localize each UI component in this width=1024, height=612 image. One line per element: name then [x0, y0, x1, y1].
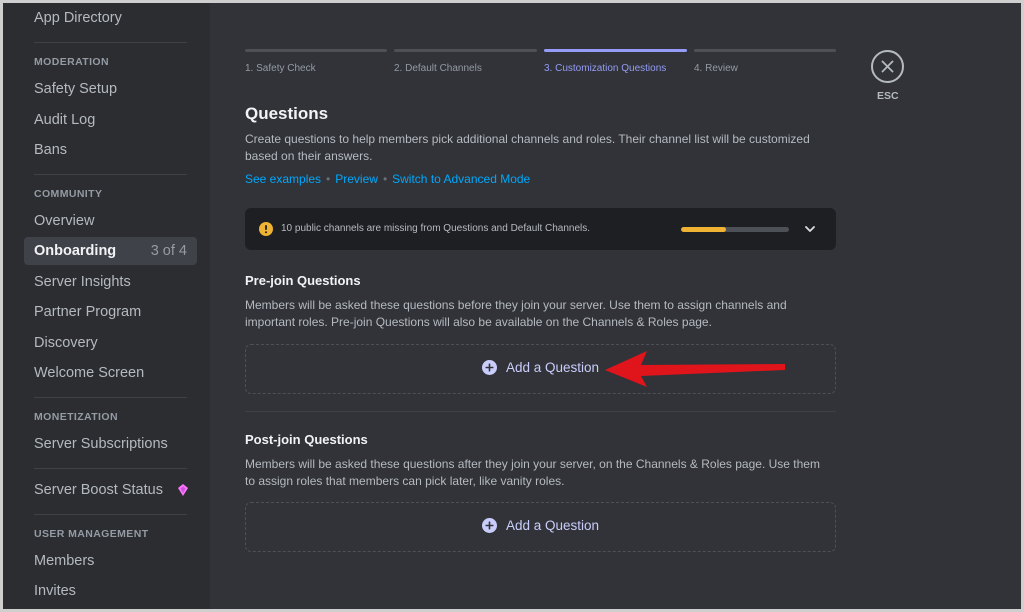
sidebar-item-discovery[interactable]: Discovery — [24, 329, 197, 357]
page-description: Create questions to help members pick ad… — [245, 132, 810, 163]
sidebar-item-audit-log[interactable]: Audit Log — [24, 106, 197, 134]
sidebar-divider — [34, 42, 187, 43]
sidebar-item-label: Overview — [34, 213, 95, 229]
coverage-progress-fill — [681, 227, 727, 232]
section-header-monetization: MONETIZATION — [34, 411, 118, 423]
chevron-down-icon[interactable] — [803, 222, 817, 236]
step-safety-check[interactable]: 1. Safety Check — [245, 63, 316, 74]
add-circle-icon — [482, 360, 497, 375]
coverage-progress-bar — [681, 227, 789, 232]
sidebar-item-server-subscriptions[interactable]: Server Subscriptions — [24, 430, 197, 458]
sidebar-divider — [34, 174, 187, 175]
sidebar-item-app-directory[interactable]: App Directory — [24, 4, 197, 32]
preview-link[interactable]: Preview — [335, 172, 378, 186]
sidebar-item-label: Discovery — [34, 335, 98, 351]
annotation-arrow-icon — [605, 351, 785, 387]
app-frame: App Directory MODERATION Safety Setup Au… — [3, 3, 1021, 609]
page-title: Questions — [245, 104, 329, 123]
link-separator: • — [326, 172, 331, 186]
section-header-community: COMMUNITY — [34, 188, 103, 200]
sidebar-item-label: Invites — [34, 583, 76, 599]
sidebar-item-server-boost-status[interactable]: Server Boost Status — [24, 476, 197, 504]
missing-channels-banner[interactable]: 10 public channels are missing from Ques… — [245, 208, 836, 250]
sidebar-item-label: Server Boost Status — [34, 482, 163, 498]
sidebar-item-server-insights[interactable]: Server Insights — [24, 268, 197, 296]
step-bar-1 — [245, 49, 387, 52]
close-button[interactable] — [871, 50, 904, 83]
sidebar-item-label: Partner Program — [34, 304, 142, 320]
add-post-join-question-button[interactable]: Add a Question — [245, 502, 836, 552]
sidebar-item-onboarding[interactable]: Onboarding 3 of 4 — [24, 237, 197, 265]
sidebar-item-label: Bans — [34, 142, 68, 158]
onboarding-progress-count: 3 of 4 — [150, 243, 187, 259]
sidebar-item-members[interactable]: Members — [24, 547, 197, 575]
sidebar-item-label: Onboarding — [34, 243, 117, 259]
step-bar-4 — [694, 49, 836, 52]
add-circle-icon — [482, 518, 497, 533]
settings-sidebar: App Directory MODERATION Safety Setup Au… — [3, 3, 210, 609]
sidebar-divider — [34, 514, 187, 515]
add-question-content: Add a Question — [482, 360, 599, 375]
sidebar-item-welcome-screen[interactable]: Welcome Screen — [24, 359, 197, 387]
sidebar-item-label: Members — [34, 553, 95, 569]
link-separator: • — [382, 172, 388, 186]
add-question-label: Add a Question — [506, 518, 600, 533]
sidebar-item-label: Welcome Screen — [34, 365, 145, 381]
server-boost-icon — [178, 484, 188, 496]
step-customization-questions[interactable]: 3. Customization Questions — [544, 63, 666, 74]
sidebar-item-label: App Directory — [34, 10, 122, 26]
step-bar-2 — [394, 49, 537, 52]
sidebar-item-bans[interactable]: Bans — [24, 136, 197, 164]
section-divider — [245, 411, 836, 412]
add-question-content: Add a Question — [482, 518, 599, 533]
sidebar-item-label: Server Insights — [34, 274, 131, 290]
step-review[interactable]: 4. Review — [694, 63, 738, 74]
post-join-title: Post-join Questions — [245, 432, 368, 447]
sidebar-divider — [34, 468, 187, 469]
step-default-channels[interactable]: 2. Default Channels — [394, 63, 482, 74]
see-examples-link[interactable]: See examples — [245, 172, 321, 186]
warning-text: 10 public channels are missing from Ques… — [281, 223, 591, 234]
close-icon — [881, 60, 894, 73]
post-join-description: Members will be asked these questions af… — [245, 457, 820, 488]
sidebar-item-invites[interactable]: Invites — [24, 577, 197, 605]
step-bar-3 — [544, 49, 687, 52]
sidebar-item-label: Audit Log — [34, 112, 96, 128]
sidebar-item-label: Server Subscriptions — [34, 436, 168, 452]
advanced-mode-link[interactable]: Switch to Advanced Mode — [392, 172, 530, 186]
pre-join-title: Pre-join Questions — [245, 273, 361, 288]
section-header-moderation: MODERATION — [34, 56, 109, 68]
sidebar-item-safety-setup[interactable]: Safety Setup — [24, 75, 197, 103]
section-header-user-management: USER MANAGEMENT — [34, 528, 149, 540]
esc-label: ESC — [877, 90, 899, 102]
pre-join-description: Members will be asked these questions be… — [245, 298, 787, 329]
warning-icon — [259, 222, 273, 236]
sidebar-divider — [34, 397, 187, 398]
sidebar-item-overview[interactable]: Overview — [24, 207, 197, 235]
add-question-label: Add a Question — [506, 360, 600, 375]
sidebar-item-label: Safety Setup — [34, 81, 118, 97]
header-links: See examples • Preview • Switch to Advanced … — [245, 172, 530, 186]
sidebar-item-partner-program[interactable]: Partner Program — [24, 298, 197, 326]
